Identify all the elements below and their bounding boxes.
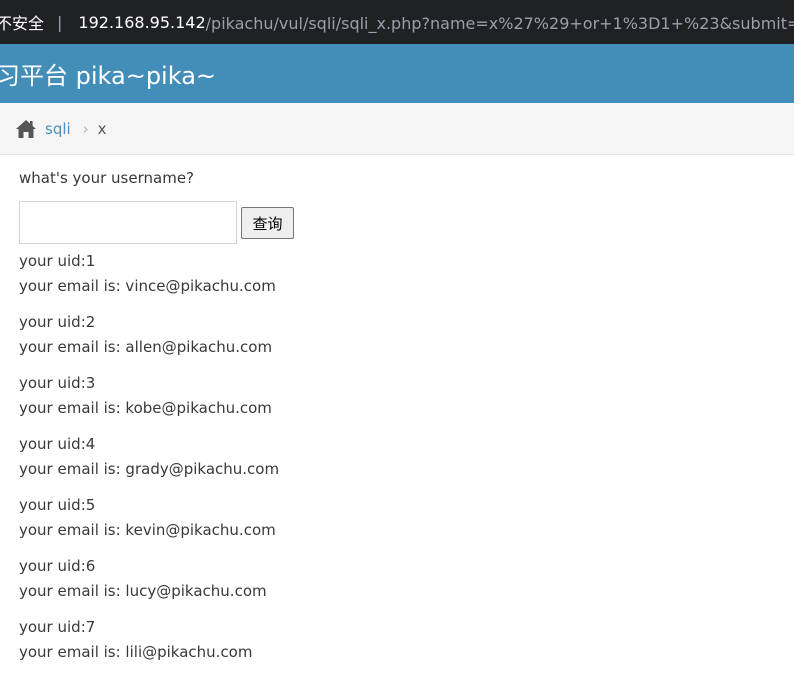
result-uid: your uid:6: [19, 557, 96, 575]
username-input[interactable]: [19, 201, 237, 244]
results-list: your uid:1 your email is: vince@pikachu.…: [19, 249, 779, 664]
result-email: your email is: lucy@pikachu.com: [19, 581, 267, 600]
query-button[interactable]: 查询: [241, 207, 294, 239]
breadcrumb-current: x: [97, 119, 107, 138]
list-item: your uid:2 your email is: allen@pikachu.…: [19, 310, 779, 359]
result-uid: your uid:7: [19, 618, 96, 636]
list-item: your uid:5 your email is: kevin@pikachu.…: [19, 493, 779, 542]
list-item: your uid:6 your email is: lucy@pikachu.c…: [19, 554, 779, 603]
list-item: your uid:1 your email is: vince@pikachu.…: [19, 249, 779, 298]
result-email: your email is: grady@pikachu.com: [19, 459, 280, 478]
list-item: your uid:7 your email is: lili@pikachu.c…: [19, 615, 779, 664]
list-item: your uid:3 your email is: kobe@pikachu.c…: [19, 371, 779, 420]
result-email: your email is: allen@pikachu.com: [19, 337, 273, 356]
breadcrumb-link-sqli[interactable]: sqli: [45, 120, 71, 138]
result-uid: your uid:5: [19, 496, 96, 514]
breadcrumb-chevron-icon: ›: [82, 119, 89, 138]
address-bar[interactable]: 不安全 | 192.168.95.142 /pikachu/vul/sqli/s…: [0, 0, 794, 44]
address-separator: |: [57, 12, 63, 32]
site-title[interactable]: 习平台 pika~pika~: [0, 56, 216, 91]
result-email: your email is: lili@pikachu.com: [19, 642, 253, 661]
result-email: your email is: kobe@pikachu.com: [19, 398, 272, 417]
result-uid: your uid:4: [19, 435, 96, 453]
url-path[interactable]: /pikachu/vul/sqli/sqli_x.php?name=x%27%2…: [206, 10, 794, 34]
url-host[interactable]: 192.168.95.142: [78, 13, 205, 32]
result-email: your email is: vince@pikachu.com: [19, 276, 276, 295]
username-question: what's your username?: [19, 169, 195, 187]
result-uid: your uid:1: [19, 252, 96, 270]
result-uid: your uid:3: [19, 374, 96, 392]
home-icon[interactable]: [15, 119, 37, 139]
result-uid: your uid:2: [19, 313, 96, 331]
list-item: your uid:4 your email is: grady@pikachu.…: [19, 432, 779, 481]
breadcrumb: sqli › x: [0, 103, 794, 155]
site-header: 习平台 pika~pika~: [0, 44, 794, 103]
result-email: your email is: kevin@pikachu.com: [19, 520, 276, 539]
security-status-label[interactable]: 不安全: [0, 10, 44, 34]
main-content: what's your username? 查询 your uid:1 your…: [19, 165, 779, 676]
query-form: 查询: [19, 201, 779, 249]
